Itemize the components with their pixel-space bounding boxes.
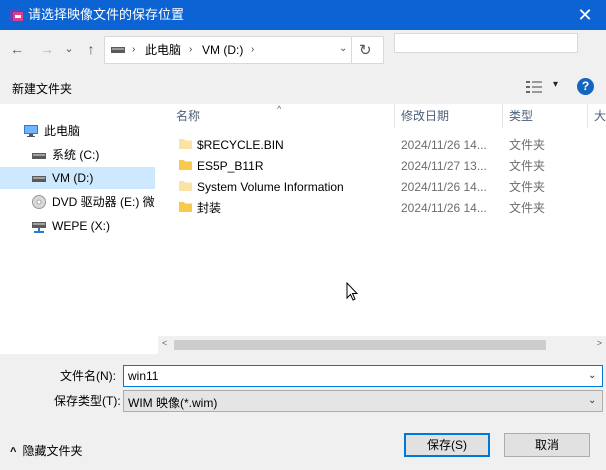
column-header-type[interactable]: 类型: [503, 104, 587, 128]
chevron-up-icon: ^: [10, 446, 17, 458]
save-button[interactable]: 保存(S): [404, 433, 490, 457]
close-button[interactable]: ✕: [564, 0, 606, 30]
mouse-pointer-icon: [346, 282, 359, 301]
folder-icon: [179, 139, 192, 149]
column-header-date[interactable]: 修改日期: [395, 104, 502, 128]
scroll-right-icon[interactable]: >: [597, 338, 602, 348]
breadcrumb-this-pc[interactable]: 此电脑: [145, 43, 181, 57]
breadcrumb-separator: ›: [251, 44, 255, 55]
computer-icon: [24, 125, 38, 137]
hide-folders-toggle[interactable]: ^ 隐藏文件夹: [10, 442, 82, 459]
breadcrumb-separator: ›: [132, 44, 136, 55]
sidebar-item-dvd-e[interactable]: DVD 驱动器 (E:) 微: [0, 191, 155, 213]
file-date: 2024/11/26 14...: [401, 180, 487, 194]
breadcrumb-separator: ›: [189, 44, 193, 55]
save-type-select[interactable]: WIM 映像(*.wim): [123, 390, 603, 412]
column-header-name[interactable]: 名称: [170, 104, 394, 128]
sidebar-item-label: 此电脑: [44, 124, 81, 138]
drive-icon: [111, 47, 125, 53]
file-name: ES5P_B11R: [197, 159, 264, 173]
save-type-label: 保存类型(T):: [54, 394, 121, 408]
file-name: System Volume Information: [197, 180, 344, 194]
address-divider: [351, 37, 352, 63]
sidebar-item-label: VM (D:): [52, 171, 94, 185]
chevron-down-icon[interactable]: ⌄: [588, 395, 596, 406]
file-list: ^ 名称 修改日期 类型 大 $RECYCLE.BIN 2024/11/26 1…: [158, 104, 606, 354]
navigation-bar: ← → ⌄ ↑ › 此电脑 › VM (D:) › ⌄ ↻: [0, 30, 606, 70]
file-type: 文件夹: [509, 201, 546, 215]
column-header-size[interactable]: 大: [588, 104, 606, 128]
sidebar-item-system-c[interactable]: 系统 (C:): [0, 144, 155, 166]
scroll-left-icon[interactable]: <: [162, 338, 167, 348]
new-folder-button[interactable]: 新建文件夹: [12, 80, 72, 97]
app-icon: [9, 9, 23, 21]
sidebar-item-vm-d[interactable]: VM (D:): [0, 167, 155, 189]
drive-icon: [32, 176, 46, 182]
folder-icon: [179, 202, 192, 212]
file-date: 2024/11/27 13...: [401, 159, 487, 173]
file-date: 2024/11/26 14...: [401, 201, 487, 215]
filename-input[interactable]: [123, 365, 603, 387]
file-name: 封装: [197, 201, 222, 215]
address-bar[interactable]: › 此电脑 › VM (D:) › ⌄ ↻: [104, 36, 384, 64]
horizontal-scrollbar[interactable]: < >: [158, 336, 606, 354]
folder-icon: [179, 160, 192, 170]
sidebar-item-this-pc[interactable]: 此电脑: [0, 120, 155, 142]
dvd-icon: [32, 195, 46, 209]
table-row[interactable]: $RECYCLE.BIN 2024/11/26 14... 文件夹: [158, 134, 606, 155]
sidebar-item-label: DVD 驱动器 (E:) 微: [52, 195, 155, 209]
scrollbar-thumb[interactable]: [174, 340, 546, 350]
refresh-button[interactable]: ↻: [359, 41, 372, 59]
save-options-panel: 文件名(N): ⌄ 保存类型(T): WIM 映像(*.wim) ⌄ ^ 隐藏文件…: [0, 354, 606, 470]
file-date: 2024/11/26 14...: [401, 138, 487, 152]
help-icon[interactable]: ?: [577, 78, 594, 95]
navigation-pane: 此电脑 系统 (C:) VM (D:) DVD 驱动器 (E:) 微 WEPE …: [0, 104, 158, 354]
file-name: $RECYCLE.BIN: [197, 138, 284, 152]
folder-icon: [179, 181, 192, 191]
address-dropdown[interactable]: ⌄: [339, 43, 347, 54]
sidebar-item-label: WEPE (X:): [52, 219, 111, 233]
toolbar: 新建文件夹 ▾ ?: [0, 70, 606, 104]
back-button[interactable]: ←: [8, 40, 26, 58]
file-type: 文件夹: [509, 180, 546, 194]
sidebar-item-label: 系统 (C:): [52, 148, 100, 162]
recent-locations-dropdown[interactable]: ⌄: [60, 40, 78, 58]
view-dropdown[interactable]: ▾: [553, 79, 558, 90]
title-bar: 请选择映像文件的保存位置 ✕: [0, 0, 606, 30]
filename-label: 文件名(N):: [60, 369, 116, 383]
window-title: 请选择映像文件的保存位置: [28, 7, 185, 22]
forward-button[interactable]: →: [38, 40, 56, 58]
file-type: 文件夹: [509, 159, 546, 173]
drive-icon: [32, 153, 46, 159]
view-options-icon[interactable]: [526, 80, 542, 94]
breadcrumb-vm-d[interactable]: VM (D:): [202, 43, 243, 57]
up-button[interactable]: ↑: [82, 40, 100, 58]
file-type: 文件夹: [509, 138, 546, 152]
network-drive-icon: [32, 222, 46, 233]
table-row[interactable]: 封装 2024/11/26 14... 文件夹: [158, 197, 606, 218]
sidebar-item-wepe-x[interactable]: WEPE (X:): [0, 215, 155, 237]
table-row[interactable]: System Volume Information 2024/11/26 14.…: [158, 176, 606, 197]
cancel-button[interactable]: 取消: [504, 433, 590, 457]
search-input[interactable]: [394, 33, 578, 53]
chevron-down-icon[interactable]: ⌄: [588, 370, 596, 381]
hide-folders-label: 隐藏文件夹: [22, 444, 83, 458]
table-row[interactable]: ES5P_B11R 2024/11/27 13... 文件夹: [158, 155, 606, 176]
